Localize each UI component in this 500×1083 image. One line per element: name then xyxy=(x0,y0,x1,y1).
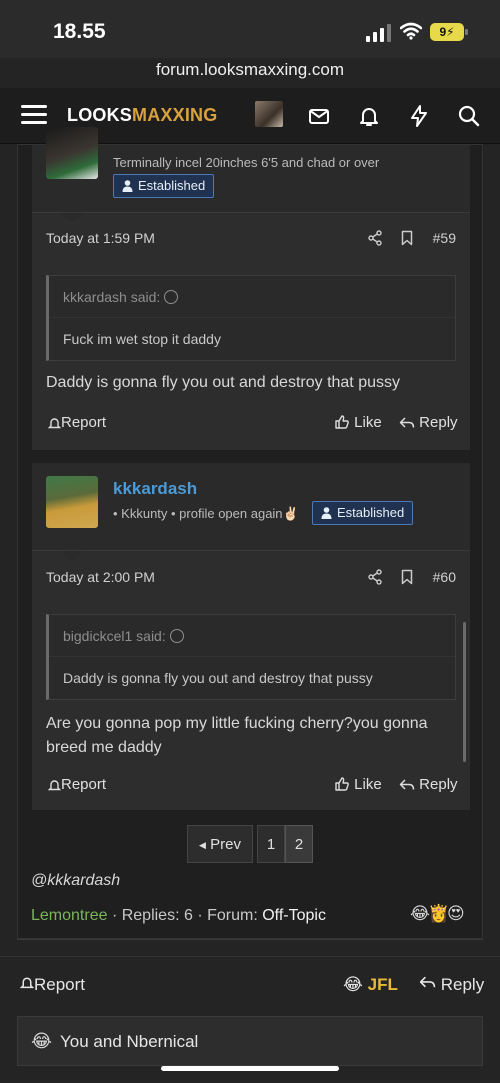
share-icon[interactable] xyxy=(367,230,383,246)
reactions-summary[interactable]: 😂 You and Nbernical xyxy=(17,1016,483,1066)
user-icon xyxy=(122,180,133,192)
home-indicator[interactable] xyxy=(161,1066,339,1071)
heart-eyes-emoji-icon: 😍 xyxy=(447,904,465,923)
bell-icon xyxy=(47,418,62,429)
like-button[interactable]: Like xyxy=(334,776,382,793)
reply-icon xyxy=(419,976,436,988)
like-button[interactable]: Like xyxy=(334,414,382,431)
status-time: 18.55 xyxy=(53,20,106,43)
battery-indicator: 9⚡ xyxy=(430,23,468,41)
laughing-emoji-icon: 😂 xyxy=(410,904,430,923)
user-avatar[interactable] xyxy=(255,101,283,127)
report-button[interactable]: Report xyxy=(47,776,106,793)
bookmark-icon[interactable] xyxy=(399,230,415,246)
quote-block: kkkardash said: Fuck im wet stop it dadd… xyxy=(46,275,456,361)
wifi-icon xyxy=(400,22,422,40)
poster-avatar[interactable] xyxy=(46,476,98,528)
poster-title: Terminally incel 20inches 6'5 and chad o… xyxy=(113,155,380,170)
arrow-up-icon[interactable] xyxy=(164,290,179,304)
quote-header[interactable]: bigdickcel1 said: xyxy=(49,615,455,657)
bolt-icon[interactable] xyxy=(407,104,431,128)
poster-name[interactable]: kkkardash xyxy=(113,479,197,499)
post-number[interactable]: #60 xyxy=(433,569,456,585)
quote-text: Fuck im wet stop it daddy xyxy=(63,331,221,347)
mail-icon[interactable] xyxy=(307,104,331,128)
url-bar[interactable]: forum.looksmaxxing.com xyxy=(0,60,500,80)
bell-icon xyxy=(19,977,35,989)
bell-icon[interactable] xyxy=(357,104,381,128)
report-button[interactable]: Report xyxy=(47,414,106,431)
thread-author[interactable]: Lemontree xyxy=(31,907,108,924)
quote-text: Daddy is gonna fly you out and destroy t… xyxy=(63,670,373,686)
post-pointer xyxy=(60,213,84,223)
thumbs-up-icon xyxy=(335,415,349,429)
status-bar: 18.55 9⚡ forum.looksmaxxing.com xyxy=(0,0,500,79)
reactions-text[interactable]: You and Nbernical xyxy=(60,1032,198,1052)
search-icon[interactable] xyxy=(457,104,481,128)
laughing-emoji-icon: 😂 xyxy=(343,975,363,994)
page-1-button[interactable]: 1 xyxy=(257,825,285,863)
prev-page-button[interactable]: ◀ Prev xyxy=(187,825,253,863)
menu-icon[interactable] xyxy=(21,105,47,125)
thumbs-up-icon xyxy=(335,777,349,791)
reply-icon xyxy=(399,779,415,790)
battery-level: 9 xyxy=(439,25,447,39)
post-number[interactable]: #59 xyxy=(433,230,456,246)
scrollbar[interactable] xyxy=(463,622,466,762)
report-button[interactable]: Report xyxy=(19,975,85,995)
reply-button[interactable]: Reply xyxy=(399,414,458,431)
bell-icon xyxy=(47,780,62,791)
reply-icon xyxy=(399,417,415,428)
arrow-up-icon[interactable] xyxy=(169,629,184,643)
post-59: Terminally incel 20inches 6'5 and chad o… xyxy=(32,127,470,450)
user-icon xyxy=(321,507,332,519)
mention-text: @kkkardash xyxy=(31,872,121,889)
bookmark-icon[interactable] xyxy=(399,569,415,585)
site-logo[interactable]: LOOKSMAXXING xyxy=(67,105,217,126)
post-time[interactable]: Today at 2:00 PM xyxy=(46,569,155,585)
post-text: Are you gonna pop my little fucking cher… xyxy=(46,715,428,756)
quote-block: bigdickcel1 said: Daddy is gonna fly you… xyxy=(46,614,456,700)
established-badge: Established xyxy=(113,174,215,198)
signal-icon xyxy=(366,24,391,42)
poster-avatar[interactable] xyxy=(46,127,98,179)
thread-container: Terminally incel 20inches 6'5 and chad o… xyxy=(17,127,483,939)
established-badge: Established xyxy=(312,501,414,525)
laughing-emoji-icon: 😂 xyxy=(31,1031,53,1051)
queen-emoji-icon: 👸 xyxy=(428,904,450,923)
thread-meta: Lemontree · Replies: 6 · Forum: Off-Topi… xyxy=(31,907,326,924)
card-border xyxy=(17,939,483,940)
reply-button[interactable]: Reply xyxy=(399,776,458,793)
post-60-header: kkkardash • Kkkunty • profile open again… xyxy=(32,463,470,551)
page-2-button[interactable]: 2 xyxy=(285,825,313,863)
quote-header[interactable]: kkkardash said: xyxy=(49,276,455,318)
post-time[interactable]: Today at 1:59 PM xyxy=(46,230,155,246)
divider xyxy=(0,956,500,957)
forum-link[interactable]: Off-Topic xyxy=(262,907,326,924)
share-icon[interactable] xyxy=(367,569,383,585)
post-60: kkkardash • Kkkunty • profile open again… xyxy=(32,463,470,810)
poster-title: • Kkkunty • profile open again✌🏻 xyxy=(113,506,299,521)
post-text: Daddy is gonna fly you out and destroy t… xyxy=(46,374,400,391)
post-pointer xyxy=(60,551,84,561)
chevron-left-icon: ◀ xyxy=(199,840,206,850)
jfl-reaction-button[interactable]: 😂 JFL xyxy=(343,975,398,995)
reply-button[interactable]: Reply xyxy=(419,975,484,995)
post-59-header: Terminally incel 20inches 6'5 and chad o… xyxy=(32,127,470,213)
